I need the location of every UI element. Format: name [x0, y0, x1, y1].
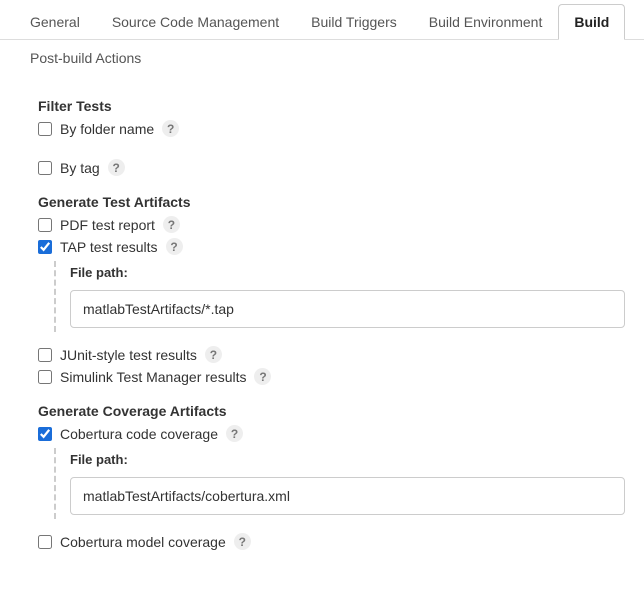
option-junit-test-results: JUnit-style test results ?	[38, 346, 630, 363]
input-cobertura-file-path[interactable]	[70, 477, 625, 515]
section-generate-coverage-artifacts: Generate Coverage Artifacts	[38, 403, 630, 419]
tab-build-environment[interactable]: Build Environment	[413, 4, 559, 40]
option-by-tag: By tag ?	[38, 159, 630, 176]
label-simulink-test-manager: Simulink Test Manager results	[60, 369, 246, 385]
checkbox-tap-test-results[interactable]	[38, 240, 52, 254]
help-icon[interactable]: ?	[205, 346, 222, 363]
option-cobertura-model-coverage: Cobertura model coverage ?	[38, 533, 630, 550]
option-cobertura-code-coverage: Cobertura code coverage ?	[38, 425, 630, 442]
checkbox-cobertura-code-coverage[interactable]	[38, 427, 52, 441]
checkbox-by-folder-name[interactable]	[38, 122, 52, 136]
help-icon[interactable]: ?	[254, 368, 271, 385]
label-file-path: File path:	[70, 265, 630, 280]
tab-bar-row-1: General Source Code Management Build Tri…	[0, 0, 644, 40]
tab-bar-row-2: Post-build Actions	[0, 40, 644, 80]
checkbox-simulink-test-manager[interactable]	[38, 370, 52, 384]
label-junit-test-results: JUnit-style test results	[60, 347, 197, 363]
label-by-tag: By tag	[60, 160, 100, 176]
label-cobertura-model-coverage: Cobertura model coverage	[60, 534, 226, 550]
cobertura-file-path-group: File path:	[54, 448, 630, 519]
checkbox-cobertura-model-coverage[interactable]	[38, 535, 52, 549]
section-filter-tests: Filter Tests	[38, 98, 630, 114]
input-tap-file-path[interactable]	[70, 290, 625, 328]
build-config-panel: Filter Tests By folder name ? By tag ? G…	[0, 80, 644, 569]
help-icon[interactable]: ?	[234, 533, 251, 550]
help-icon[interactable]: ?	[162, 120, 179, 137]
option-tap-test-results: TAP test results ?	[38, 238, 630, 255]
help-icon[interactable]: ?	[226, 425, 243, 442]
tab-build-triggers[interactable]: Build Triggers	[295, 4, 413, 40]
tab-general[interactable]: General	[14, 4, 96, 40]
tab-scm[interactable]: Source Code Management	[96, 4, 295, 40]
section-generate-test-artifacts: Generate Test Artifacts	[38, 194, 630, 210]
label-pdf-test-report: PDF test report	[60, 217, 155, 233]
tap-file-path-group: File path:	[54, 261, 630, 332]
help-icon[interactable]: ?	[163, 216, 180, 233]
label-file-path: File path:	[70, 452, 630, 467]
tab-post-build-actions[interactable]: Post-build Actions	[14, 40, 157, 75]
checkbox-junit-test-results[interactable]	[38, 348, 52, 362]
checkbox-pdf-test-report[interactable]	[38, 218, 52, 232]
tab-build[interactable]: Build	[558, 4, 625, 40]
option-by-folder-name: By folder name ?	[38, 120, 630, 137]
help-icon[interactable]: ?	[166, 238, 183, 255]
help-icon[interactable]: ?	[108, 159, 125, 176]
label-cobertura-code-coverage: Cobertura code coverage	[60, 426, 218, 442]
label-tap-test-results: TAP test results	[60, 239, 158, 255]
checkbox-by-tag[interactable]	[38, 161, 52, 175]
option-simulink-test-manager: Simulink Test Manager results ?	[38, 368, 630, 385]
label-by-folder-name: By folder name	[60, 121, 154, 137]
option-pdf-test-report: PDF test report ?	[38, 216, 630, 233]
